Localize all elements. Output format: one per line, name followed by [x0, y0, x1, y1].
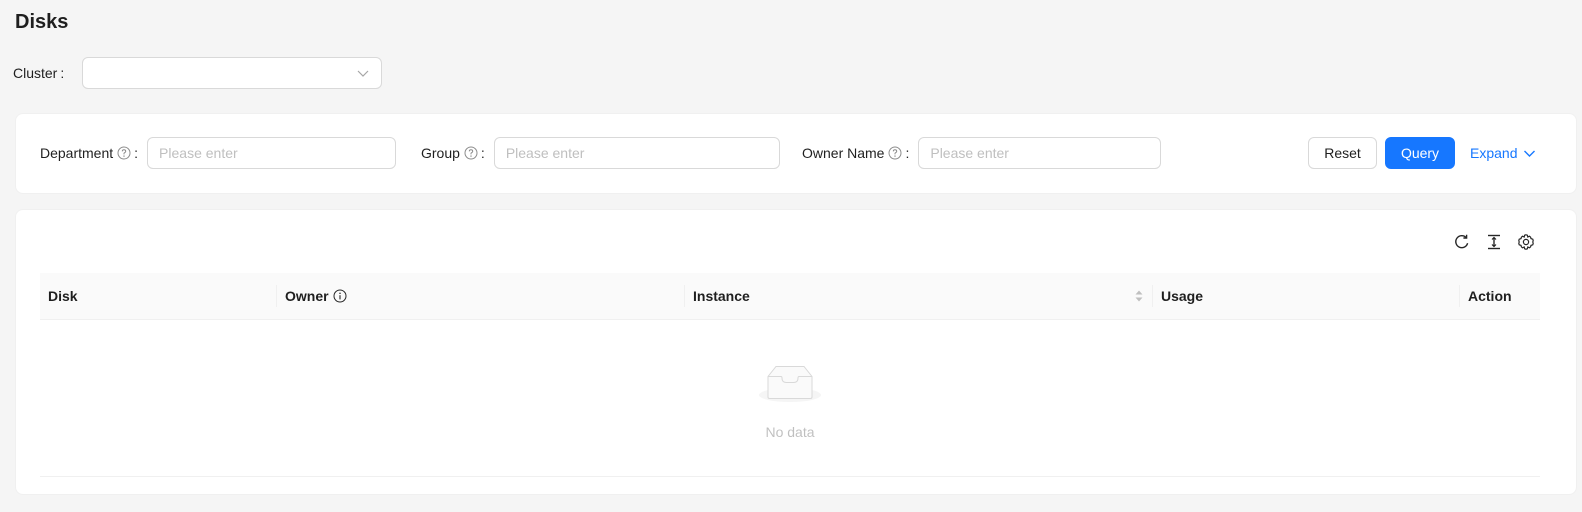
group-label: Group : — [421, 145, 494, 161]
question-circle-icon[interactable] — [117, 146, 131, 160]
sort-icon[interactable] — [1134, 288, 1144, 304]
query-button[interactable]: Query — [1385, 137, 1455, 169]
department-label-text: Department — [40, 145, 114, 161]
info-circle-icon[interactable] — [333, 289, 347, 303]
chevron-down-icon — [1524, 150, 1536, 157]
column-usage: Usage — [1153, 273, 1459, 319]
column-action-label: Action — [1468, 288, 1512, 304]
column-owner-label: Owner — [285, 288, 329, 304]
page-title: Disks — [15, 11, 69, 33]
cluster-label-colon: : — [60, 65, 65, 81]
group-input[interactable] — [493, 137, 780, 169]
column-action: Action — [1460, 273, 1540, 319]
department-colon: : — [134, 145, 139, 161]
column-owner: Owner — [277, 273, 684, 319]
column-instance-label: Instance — [693, 288, 750, 304]
table-header: Disk Owner Instance Usage Action — [40, 273, 1540, 320]
group-field: Group : — [421, 137, 780, 169]
expand-button[interactable]: Expand — [1470, 137, 1546, 169]
group-label-text: Group — [421, 145, 460, 161]
reload-icon[interactable] — [1453, 233, 1471, 251]
cluster-label: Cluster: — [13, 65, 82, 81]
reset-button[interactable]: Reset — [1308, 137, 1377, 169]
owner-name-colon: : — [905, 145, 910, 161]
owner-name-field: Owner Name : — [802, 137, 1162, 169]
owner-name-label: Owner Name : — [802, 145, 918, 161]
search-form: Department : Group : — [15, 113, 1577, 194]
cluster-select[interactable] — [82, 57, 382, 89]
department-field: Department : — [40, 137, 397, 169]
setting-icon[interactable] — [1517, 233, 1535, 251]
empty-state: No data — [40, 320, 1540, 477]
owner-name-input[interactable] — [918, 137, 1162, 169]
column-usage-label: Usage — [1161, 288, 1204, 304]
cluster-filter: Cluster: — [13, 57, 382, 89]
department-label: Department : — [40, 145, 147, 161]
question-circle-icon[interactable] — [888, 146, 902, 160]
column-disk: Disk — [40, 273, 276, 319]
disks-page: Disks Cluster: Department : Please enter… — [0, 0, 1582, 512]
disks-table-card: Disk Owner Instance Usage Action No data — [15, 209, 1577, 495]
column-disk-label: Disk — [48, 288, 78, 304]
chevron-down-icon — [357, 70, 369, 77]
expand-label: Expand — [1470, 145, 1518, 161]
empty-inbox-icon — [759, 366, 821, 402]
column-instance[interactable]: Instance — [685, 273, 1152, 319]
empty-text: No data — [765, 424, 815, 440]
question-circle-icon[interactable] — [464, 146, 478, 160]
department-input[interactable] — [147, 137, 397, 169]
cluster-label-text: Cluster — [13, 65, 58, 81]
group-colon: : — [480, 145, 485, 161]
owner-name-label-text: Owner Name — [802, 145, 885, 161]
column-height-icon[interactable] — [1485, 233, 1503, 251]
